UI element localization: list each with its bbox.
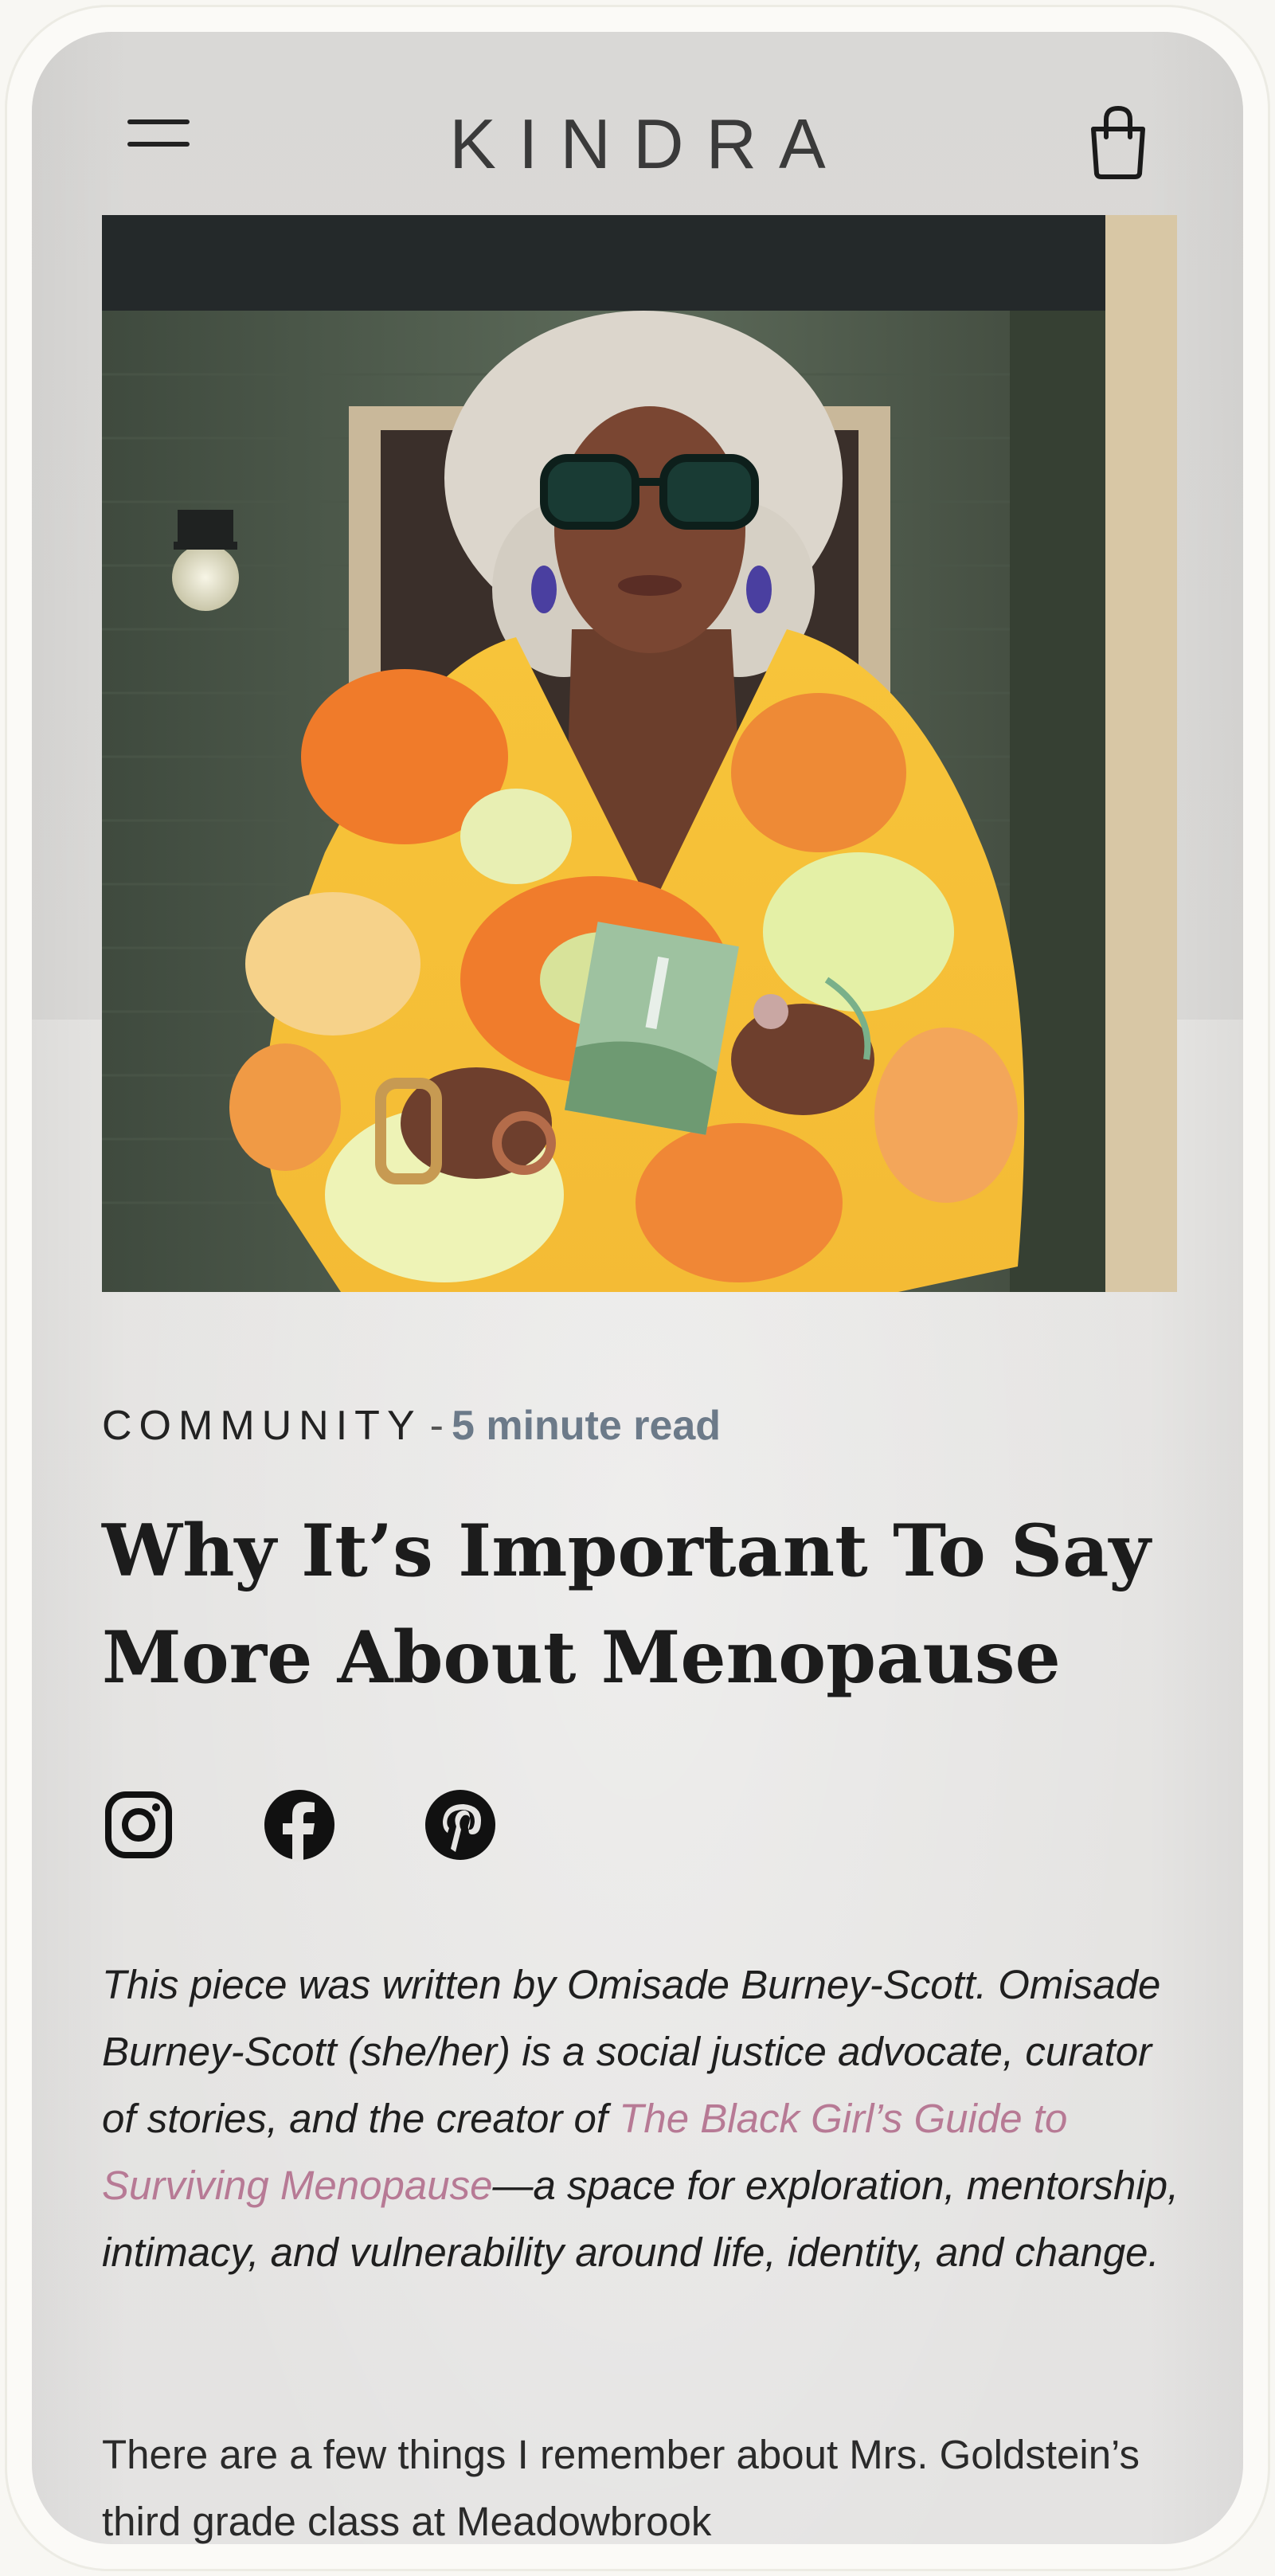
hero-image	[102, 215, 1177, 1292]
shopping-bag-icon	[1091, 105, 1145, 179]
share-icons	[102, 1788, 580, 1868]
author-intro: This piece was written by Omisade Burney…	[102, 1962, 1179, 2275]
meta-separator: -	[429, 1403, 444, 1449]
facebook-icon[interactable]	[263, 1788, 336, 1862]
phone-screen: KINDRA COMMUNITY - 5 minute read Why It’…	[32, 32, 1243, 2544]
instagram-icon[interactable]	[102, 1788, 175, 1862]
cart-button[interactable]	[1082, 102, 1154, 182]
site-header: KINDRA	[32, 32, 1243, 215]
article-meta: COMMUNITY -5 minute read	[102, 1402, 721, 1450]
article-body: There are a few things I remember about …	[102, 2432, 1140, 2544]
article-title: Why It’s Important To Say More About Men…	[102, 1509, 1151, 1700]
pinterest-icon[interactable]	[424, 1788, 497, 1862]
category-label[interactable]: COMMUNITY	[102, 1403, 422, 1449]
brand-logo[interactable]: KINDRA	[32, 104, 1243, 185]
read-time: 5 minute read	[451, 1403, 722, 1449]
